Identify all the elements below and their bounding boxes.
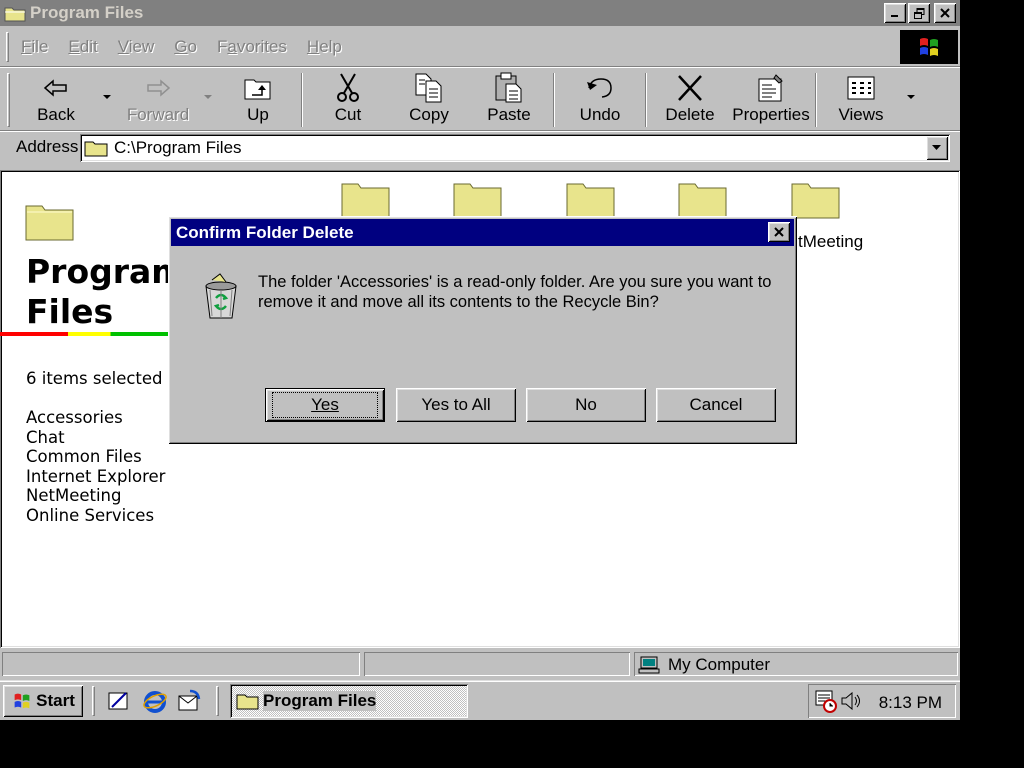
back-button[interactable]: Back (28, 71, 84, 129)
folder-title: Program Files (26, 252, 186, 331)
confirm-delete-dialog: Confirm Folder Delete The folder 'Access… (168, 216, 797, 444)
menu-bar: File Edit View Go Favorites Help (0, 28, 960, 66)
address-label: Address (16, 137, 79, 156)
system-tray: 8:13 PM (808, 684, 956, 718)
status-pane-zone: My Computer (634, 652, 958, 676)
address-input[interactable]: C:\Program Files (80, 134, 950, 162)
close-button[interactable] (934, 3, 956, 23)
folder-item-label[interactable]: tMeeting (798, 232, 863, 252)
minimize-button[interactable] (884, 3, 906, 23)
dialog-titlebar[interactable]: Confirm Folder Delete (171, 219, 794, 246)
status-pane-size (364, 652, 630, 676)
selection-count: 6 items selected (26, 369, 163, 388)
back-dropdown-arrow[interactable] (103, 95, 111, 99)
back-arrow-icon (43, 71, 69, 105)
menu-go[interactable]: Go (174, 37, 197, 57)
address-bar: Address C:\Program Files (0, 130, 960, 166)
yes-to-all-button[interactable]: Yes to All (396, 388, 516, 422)
status-bar: My Computer (0, 650, 960, 678)
up-button[interactable]: Up (236, 71, 280, 129)
copy-button[interactable]: Copy (406, 71, 452, 129)
windows-logo-icon (14, 693, 30, 709)
open-folder-icon (236, 694, 259, 710)
menu-file[interactable]: File (21, 37, 48, 57)
address-value: C:\Program Files (114, 138, 242, 157)
toolbar: Back Forward Up Cut Copy Paste Undo Dele… (0, 66, 960, 130)
folder-item-icon[interactable] (790, 178, 842, 225)
delete-button[interactable]: Delete (664, 71, 716, 129)
taskbar-button-program-files[interactable]: Program Files (230, 684, 468, 718)
window-titlebar[interactable]: Program Files (0, 0, 960, 26)
close-icon (774, 227, 784, 237)
outlook-express-icon[interactable] (176, 688, 202, 714)
quicklaunch-grip[interactable] (92, 686, 95, 716)
forward-arrow-icon (145, 71, 171, 105)
folder-icon (84, 139, 108, 162)
menu-help[interactable]: Help (307, 37, 342, 57)
explorer-window: Program Files File Edit View Go Favorite… (0, 0, 960, 720)
recycle-bin-icon (198, 272, 244, 327)
window-title: Program Files (30, 3, 144, 22)
copy-icon (413, 71, 445, 105)
scheduler-icon[interactable] (814, 689, 838, 718)
views-icon (846, 71, 876, 105)
views-button[interactable]: Views (836, 71, 886, 129)
minimize-icon (891, 15, 898, 17)
toolbar-separator (645, 73, 647, 127)
yes-button[interactable]: Yes (265, 388, 385, 422)
menu-grip[interactable] (6, 32, 9, 62)
scissors-icon (335, 71, 361, 105)
show-desktop-icon[interactable] (106, 688, 132, 714)
selected-items-list: Accessories Chat Common Files Internet E… (26, 408, 165, 526)
title-rainbow-divider (0, 332, 170, 336)
menu-view[interactable]: View (118, 37, 155, 57)
cut-button[interactable]: Cut (326, 71, 370, 129)
toolbar-separator (301, 73, 303, 127)
list-item: Internet Explorer (26, 466, 166, 486)
paste-button[interactable]: Paste (486, 71, 532, 129)
dialog-message: The folder 'Accessories' is a read-only … (258, 273, 772, 311)
dialog-title: Confirm Folder Delete (176, 222, 354, 242)
taskbar: Start Program Files 8:13 PM (0, 680, 960, 720)
paste-icon (493, 71, 525, 105)
up-folder-icon (243, 71, 273, 105)
toolbar-separator (815, 73, 817, 127)
restore-icon (913, 7, 924, 19)
restore-button[interactable] (908, 3, 930, 23)
status-pane-main (2, 652, 360, 676)
cancel-button[interactable]: Cancel (656, 388, 776, 422)
folder-icon (4, 4, 26, 22)
delete-x-icon (676, 71, 704, 105)
list-item: Accessories (26, 408, 123, 427)
clock[interactable]: 8:13 PM (879, 693, 942, 713)
menu-edit[interactable]: Edit (68, 37, 97, 57)
forward-dropdown-arrow[interactable] (204, 95, 212, 99)
taskbar-grip[interactable] (216, 686, 219, 716)
volume-icon[interactable] (840, 690, 862, 717)
list-item: NetMeeting (26, 486, 122, 506)
list-item: Online Services (26, 505, 155, 525)
chevron-down-icon (932, 145, 941, 150)
start-button[interactable]: Start (3, 685, 83, 717)
properties-icon (756, 71, 786, 105)
views-dropdown-arrow[interactable] (907, 95, 915, 99)
large-folder-icon (24, 200, 76, 247)
close-icon (940, 8, 950, 18)
properties-button[interactable]: Properties (732, 71, 810, 129)
menu-favorites[interactable]: Favorites (217, 37, 287, 57)
undo-icon (585, 71, 615, 105)
internet-explorer-icon[interactable] (142, 688, 168, 714)
zone-label: My Computer (668, 655, 771, 674)
toolbar-separator (553, 73, 555, 127)
no-button[interactable]: No (526, 388, 646, 422)
undo-button[interactable]: Undo (576, 71, 624, 129)
toolbar-grip[interactable] (7, 73, 10, 127)
address-dropdown-button[interactable] (926, 136, 948, 160)
dialog-close-button[interactable] (768, 222, 790, 242)
forward-button[interactable]: Forward (126, 71, 190, 129)
computer-icon (638, 655, 662, 680)
list-item: Chat (26, 427, 65, 447)
list-item: Common Files (26, 447, 142, 467)
windows-logo-icon (900, 30, 958, 64)
